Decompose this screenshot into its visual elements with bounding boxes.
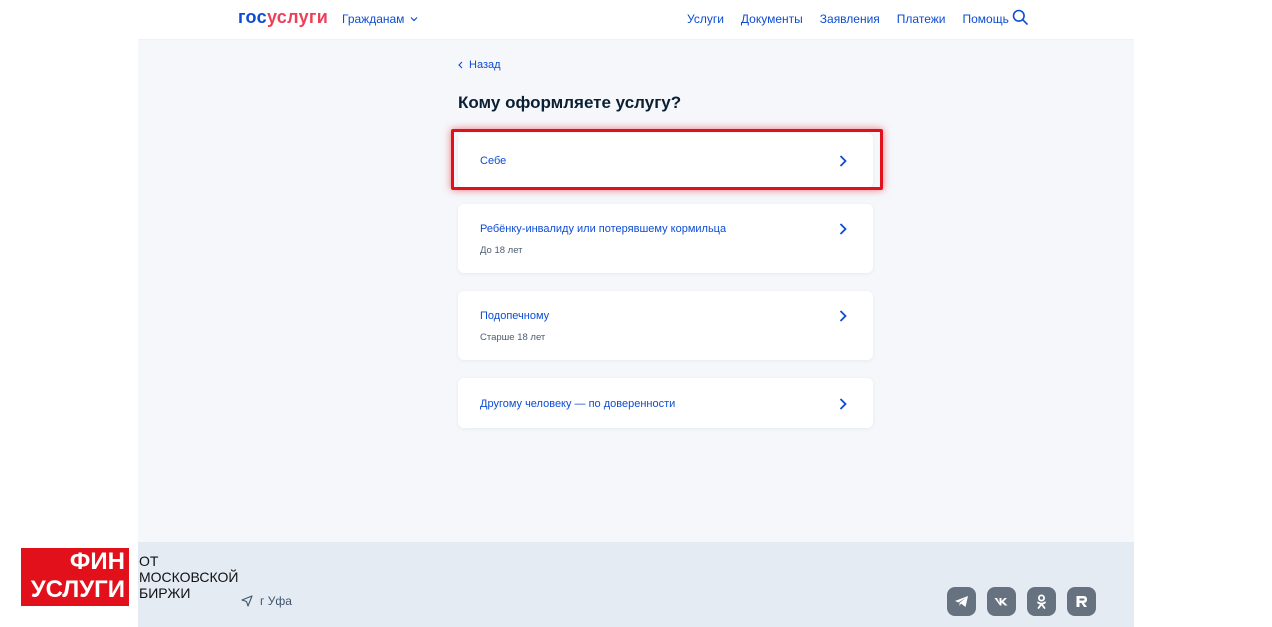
option-subtitle: Старше 18 лет: [480, 332, 546, 343]
audience-label: Гражданам: [342, 12, 405, 26]
social-links: [947, 587, 1096, 616]
main-nav: Услуги Документы Заявления Платежи Помощ…: [687, 12, 1009, 26]
back-label: Назад: [469, 59, 501, 71]
audience-dropdown[interactable]: Гражданам: [342, 12, 418, 26]
option-proxy[interactable]: Другому человеку — по доверенности: [458, 378, 873, 428]
gosuslugi-logo[interactable]: госуслуги: [238, 7, 328, 28]
ok-icon[interactable]: [1027, 587, 1056, 616]
option-subtitle: До 18 лет: [480, 245, 523, 256]
page-title: Кому оформляете услугу?: [458, 93, 682, 112]
chevron-right-icon: [839, 155, 847, 167]
chevron-right-icon: [839, 398, 847, 410]
watermark-text: ОТ МОСКОВСКОЙ БИРЖИ: [139, 553, 239, 601]
location-arrow-icon: [241, 595, 253, 607]
back-link[interactable]: Назад: [458, 59, 501, 71]
nav-payments[interactable]: Платежи: [897, 12, 946, 26]
watermark-logo: ФИН УСЛУГИ: [21, 548, 129, 606]
chevron-left-icon: [458, 61, 463, 69]
option-ward[interactable]: Подопечному Старше 18 лет: [458, 291, 873, 360]
option-label: Подопечному: [480, 310, 550, 322]
chevron-down-icon: [411, 17, 418, 22]
search-icon[interactable]: [1012, 9, 1028, 25]
nav-services[interactable]: Услуги: [687, 12, 724, 26]
chevron-right-icon: [839, 223, 847, 235]
city-label: г Уфа: [260, 594, 292, 608]
option-label: Себе: [480, 155, 507, 167]
chevron-right-icon: [839, 310, 847, 322]
option-child[interactable]: Ребёнку-инвалиду или потерявшему кормиль…: [458, 204, 873, 273]
nav-applications[interactable]: Заявления: [820, 12, 880, 26]
option-self[interactable]: Себе: [458, 133, 873, 188]
option-label: Ребёнку-инвалиду или потерявшему кормиль…: [480, 223, 727, 235]
city-selector[interactable]: г Уфа: [241, 594, 292, 608]
rutube-icon[interactable]: [1067, 587, 1096, 616]
nav-help[interactable]: Помощь: [962, 12, 1008, 26]
option-label: Другому человеку — по доверенности: [480, 398, 676, 410]
nav-documents[interactable]: Документы: [741, 12, 803, 26]
vk-icon[interactable]: [987, 587, 1016, 616]
site-header: госуслуги Гражданам Услуги Документы Зая…: [138, 0, 1134, 40]
telegram-icon[interactable]: [947, 587, 976, 616]
